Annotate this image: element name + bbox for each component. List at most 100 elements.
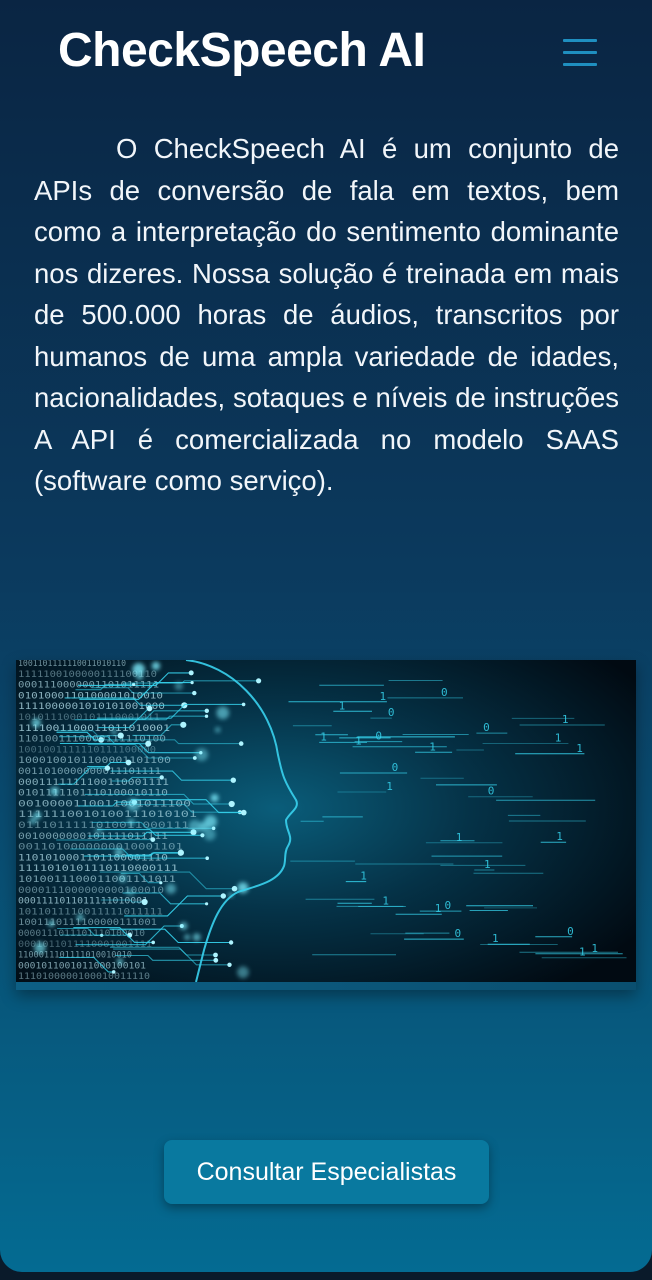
- brand-title: CheckSpeech AI: [58, 24, 426, 77]
- circuit-node: [241, 809, 247, 816]
- binary-texture: 0001011001011000100101: [18, 961, 146, 971]
- glow-node: [126, 798, 140, 812]
- circuit-node: [151, 940, 155, 945]
- data-stream-digit: 1: [484, 858, 491, 871]
- data-stream-digit: 1: [435, 902, 442, 915]
- data-stream-digit: 0: [441, 686, 448, 699]
- glow-node: [184, 934, 191, 941]
- circuit-node: [104, 765, 111, 771]
- glow-node: [31, 718, 42, 728]
- hero-image: 1001101111110011010110 111110010000011110…: [16, 660, 636, 990]
- data-stream-digit: 1: [380, 690, 387, 703]
- circuit-node: [145, 740, 152, 747]
- binary-texture: 1111110010100111010101: [18, 810, 197, 820]
- glow-node: [111, 728, 117, 735]
- glow-node: [215, 727, 221, 733]
- circuit-node: [238, 741, 244, 746]
- glow-node: [151, 661, 161, 671]
- glow-node: [204, 815, 218, 829]
- circuit-node: [228, 800, 235, 808]
- data-stream-digit: 0: [375, 730, 382, 743]
- circuit-node: [159, 881, 163, 885]
- circuit-node: [256, 678, 262, 684]
- circuit-node: [205, 902, 209, 906]
- glow-node: [136, 673, 144, 681]
- data-stream-digit: 1: [382, 894, 389, 907]
- glow-node: [195, 748, 209, 761]
- data-stream-digit: 0: [388, 706, 395, 719]
- circuit-node: [205, 856, 209, 860]
- glow-node: [165, 883, 177, 894]
- binary-texture: 0001111011011111010001: [18, 897, 148, 907]
- data-stream-digit: 1: [555, 732, 562, 745]
- data-stream-digit: 1: [576, 742, 583, 755]
- circuit-node: [213, 957, 219, 963]
- glow-node: [188, 819, 202, 833]
- data-stream-digit: 0: [392, 761, 399, 774]
- circuit-node: [228, 940, 234, 945]
- glow-node: [118, 873, 128, 883]
- glow-node: [114, 847, 124, 857]
- menu-button[interactable]: [556, 30, 604, 74]
- glow-node: [192, 933, 201, 942]
- circuit-node: [141, 898, 148, 906]
- data-stream-digit: 1: [591, 942, 598, 955]
- binary-texture: 0001111111100110001111: [18, 778, 169, 788]
- data-stream-digit: 1: [562, 713, 569, 726]
- circuit-node: [159, 775, 164, 780]
- page: CheckSpeech AI O CheckSpeech AI é um con…: [0, 0, 652, 1272]
- binary-texture: 1001001111110111100000: [18, 745, 156, 755]
- data-stream-digit: 0: [483, 721, 490, 734]
- circuit-node: [190, 681, 194, 685]
- glow-node: [76, 913, 84, 922]
- data-stream-digit: 1: [492, 932, 499, 945]
- ai-circuit-head-illustration: 1001101111110011010110111110010000011110…: [16, 660, 636, 990]
- circuit-node: [204, 714, 209, 718]
- circuit-node: [117, 732, 124, 739]
- binary-texture: 0000111000000000100010: [18, 886, 164, 896]
- data-stream-digit: 0: [488, 785, 495, 798]
- glow-node: [116, 958, 124, 965]
- hamburger-menu-icon: [563, 39, 597, 66]
- data-stream-digit: 0: [445, 899, 452, 912]
- circuit-node: [111, 970, 116, 974]
- circuit-node: [188, 670, 194, 676]
- glow-node: [34, 941, 46, 954]
- glow-node: [203, 828, 216, 841]
- glow-node: [94, 826, 103, 836]
- data-stream-digit: 1: [556, 830, 563, 843]
- binary-texture: 1111010101110110000111: [18, 864, 178, 874]
- data-stream-digit: 1: [386, 780, 393, 793]
- glow-node: [29, 816, 37, 825]
- glow-node: [127, 818, 135, 827]
- product-description: O CheckSpeech AI é um conjunto de APIs d…: [34, 133, 619, 496]
- binary-texture: 1010011100011001111011: [18, 875, 176, 885]
- circuit-node: [204, 708, 209, 713]
- data-stream-digit: 1: [320, 730, 327, 743]
- data-stream-digit: 1: [339, 699, 346, 712]
- glow-node: [237, 966, 249, 979]
- binary-texture: 1110100000100010011110: [18, 972, 150, 982]
- data-stream-digit: 1: [360, 870, 367, 883]
- glow-node: [48, 920, 55, 927]
- circuit-node: [192, 690, 197, 696]
- consult-specialists-button[interactable]: Consultar Especialistas: [164, 1140, 489, 1204]
- circuit-node: [231, 885, 238, 892]
- circuit-node: [230, 777, 236, 783]
- glow-node: [210, 794, 219, 802]
- data-stream-digit: 1: [456, 831, 463, 844]
- top-bar: CheckSpeech AI: [0, 0, 652, 110]
- binary-texture: 0011010000000010001101: [18, 843, 183, 853]
- circuit-node: [180, 721, 187, 728]
- circuit-node: [125, 759, 132, 766]
- circuit-node: [213, 952, 218, 958]
- data-stream-digit: 0: [567, 925, 574, 938]
- glow-node: [125, 887, 135, 897]
- binary-texture: 0101111101110100010110: [18, 789, 168, 799]
- circuit-node: [177, 850, 184, 856]
- glow-node: [50, 786, 60, 796]
- binary-texture: 1111000001010101001000: [18, 702, 165, 712]
- glow-node: [179, 922, 188, 930]
- circuit-node: [150, 837, 156, 842]
- binary-texture: 1001110111100000111001: [18, 918, 157, 928]
